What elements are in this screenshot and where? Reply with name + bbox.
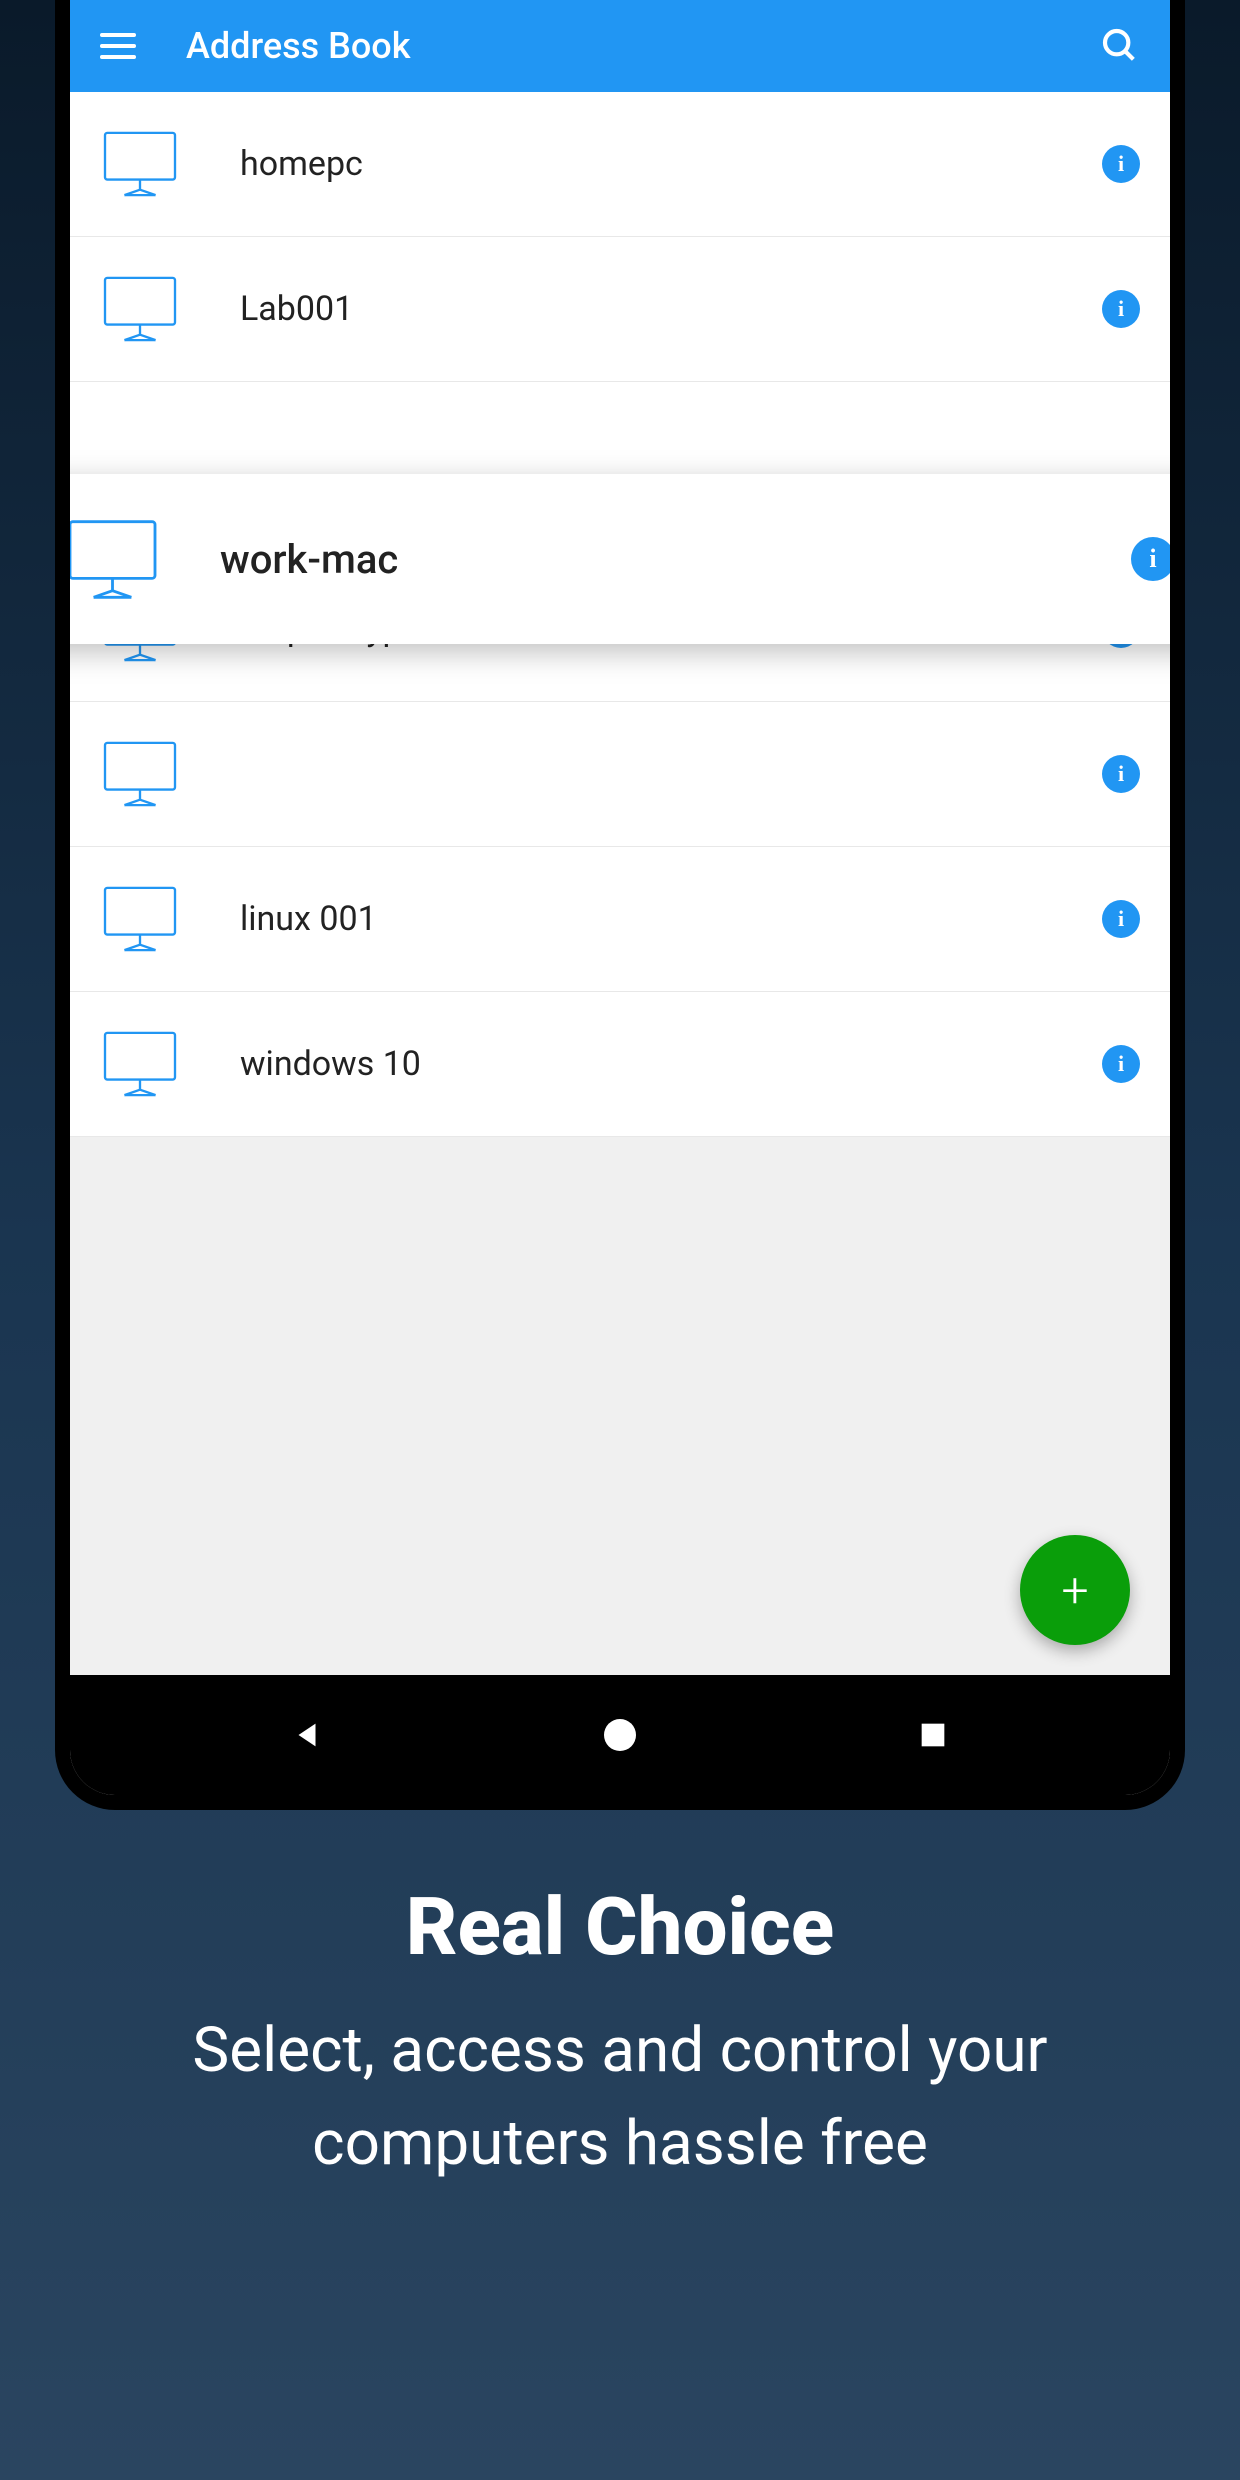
computer-name: Lab001 — [240, 289, 1102, 329]
computer-icon — [100, 884, 180, 954]
info-icon[interactable] — [1102, 145, 1140, 183]
nav-home-icon[interactable] — [600, 1715, 640, 1755]
computer-icon — [100, 1029, 180, 1099]
info-icon[interactable] — [1102, 900, 1140, 938]
list-item[interactable]: Lab001 — [70, 237, 1170, 382]
computer-icon — [100, 739, 180, 809]
phone-screen: Address Book — [70, 0, 1170, 1795]
promo-text: Real Choice Select, access and control y… — [0, 1880, 1240, 2190]
computer-name: work-mac — [220, 536, 1131, 583]
info-icon[interactable] — [1131, 537, 1170, 581]
computer-list: homepc Lab001 — [70, 92, 1170, 1137]
info-icon[interactable] — [1102, 290, 1140, 328]
list-item[interactable]: linux 001 — [70, 847, 1170, 992]
info-icon[interactable] — [1102, 755, 1140, 793]
computer-name: linux 001 — [240, 899, 1102, 939]
hamburger-menu-icon[interactable] — [100, 28, 136, 64]
list-item-selected[interactable]: work-mac — [70, 474, 1170, 644]
info-icon[interactable] — [1102, 1045, 1140, 1083]
computer-name: homepc — [240, 144, 1102, 184]
list-item[interactable]: homepc — [70, 92, 1170, 237]
computer-icon — [100, 274, 180, 344]
computer-icon — [100, 129, 180, 199]
phone-frame: Address Book — [55, 0, 1185, 1810]
page-title: Address Book — [186, 25, 1100, 67]
list-item[interactable]: windows 10 — [70, 992, 1170, 1137]
add-button[interactable]: + — [1020, 1535, 1130, 1645]
nav-recent-icon[interactable] — [913, 1715, 953, 1755]
list-item[interactable] — [70, 702, 1170, 847]
computer-name: windows 10 — [240, 1044, 1102, 1084]
search-icon[interactable] — [1100, 26, 1140, 66]
app-bar: Address Book — [70, 0, 1170, 92]
android-nav-bar — [70, 1675, 1170, 1795]
nav-back-icon[interactable] — [287, 1715, 327, 1755]
computer-icon — [70, 517, 160, 602]
promo-subtitle: Select, access and control your computer… — [50, 2004, 1190, 2190]
promo-title: Real Choice — [50, 1880, 1190, 1974]
